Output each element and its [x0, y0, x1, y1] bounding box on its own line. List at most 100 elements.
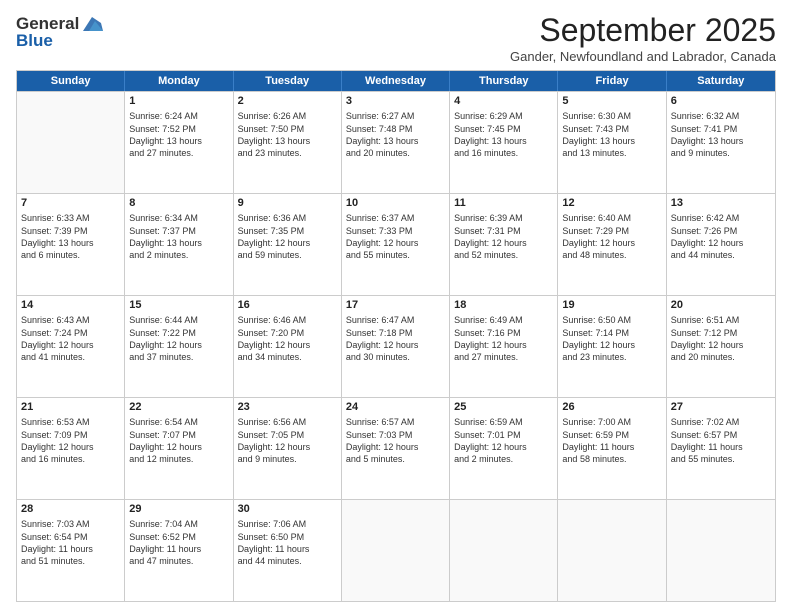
cal-cell: 5Sunrise: 6:30 AM Sunset: 7:43 PM Daylig… [558, 92, 666, 193]
day-number: 14 [21, 298, 120, 313]
day-number: 26 [562, 400, 661, 415]
day-number: 9 [238, 196, 337, 211]
day-number: 19 [562, 298, 661, 313]
cal-cell: 4Sunrise: 6:29 AM Sunset: 7:45 PM Daylig… [450, 92, 558, 193]
day-info: Sunrise: 7:00 AM Sunset: 6:59 PM Dayligh… [562, 416, 661, 465]
col-header-tuesday: Tuesday [234, 71, 342, 91]
cal-cell [558, 500, 666, 601]
day-info: Sunrise: 6:53 AM Sunset: 7:09 PM Dayligh… [21, 416, 120, 465]
day-info: Sunrise: 6:33 AM Sunset: 7:39 PM Dayligh… [21, 212, 120, 261]
col-header-sunday: Sunday [17, 71, 125, 91]
day-info: Sunrise: 6:56 AM Sunset: 7:05 PM Dayligh… [238, 416, 337, 465]
day-number: 12 [562, 196, 661, 211]
day-number: 15 [129, 298, 228, 313]
cal-cell [450, 500, 558, 601]
logo: General Blue [16, 14, 103, 51]
cal-cell: 15Sunrise: 6:44 AM Sunset: 7:22 PM Dayli… [125, 296, 233, 397]
day-number: 2 [238, 94, 337, 109]
title-area: September 2025 Gander, Newfoundland and … [510, 12, 776, 64]
day-info: Sunrise: 6:42 AM Sunset: 7:26 PM Dayligh… [671, 212, 771, 261]
cal-cell: 28Sunrise: 7:03 AM Sunset: 6:54 PM Dayli… [17, 500, 125, 601]
cal-cell: 24Sunrise: 6:57 AM Sunset: 7:03 PM Dayli… [342, 398, 450, 499]
cal-cell: 9Sunrise: 6:36 AM Sunset: 7:35 PM Daylig… [234, 194, 342, 295]
day-number: 8 [129, 196, 228, 211]
cal-cell: 29Sunrise: 7:04 AM Sunset: 6:52 PM Dayli… [125, 500, 233, 601]
calendar-header: SundayMondayTuesdayWednesdayThursdayFrid… [17, 71, 775, 91]
day-number: 28 [21, 502, 120, 517]
week-row-3: 14Sunrise: 6:43 AM Sunset: 7:24 PM Dayli… [17, 295, 775, 397]
day-info: Sunrise: 6:29 AM Sunset: 7:45 PM Dayligh… [454, 110, 553, 159]
location: Gander, Newfoundland and Labrador, Canad… [510, 49, 776, 64]
cal-cell: 30Sunrise: 7:06 AM Sunset: 6:50 PM Dayli… [234, 500, 342, 601]
day-number: 23 [238, 400, 337, 415]
month-title: September 2025 [510, 12, 776, 49]
week-row-5: 28Sunrise: 7:03 AM Sunset: 6:54 PM Dayli… [17, 499, 775, 601]
day-number: 24 [346, 400, 445, 415]
day-info: Sunrise: 6:26 AM Sunset: 7:50 PM Dayligh… [238, 110, 337, 159]
day-number: 4 [454, 94, 553, 109]
day-number: 18 [454, 298, 553, 313]
cal-cell: 11Sunrise: 6:39 AM Sunset: 7:31 PM Dayli… [450, 194, 558, 295]
day-number: 30 [238, 502, 337, 517]
day-number: 13 [671, 196, 771, 211]
day-number: 10 [346, 196, 445, 211]
cal-cell: 19Sunrise: 6:50 AM Sunset: 7:14 PM Dayli… [558, 296, 666, 397]
day-info: Sunrise: 6:24 AM Sunset: 7:52 PM Dayligh… [129, 110, 228, 159]
cal-cell: 18Sunrise: 6:49 AM Sunset: 7:16 PM Dayli… [450, 296, 558, 397]
cal-cell: 21Sunrise: 6:53 AM Sunset: 7:09 PM Dayli… [17, 398, 125, 499]
week-row-2: 7Sunrise: 6:33 AM Sunset: 7:39 PM Daylig… [17, 193, 775, 295]
cal-cell: 7Sunrise: 6:33 AM Sunset: 7:39 PM Daylig… [17, 194, 125, 295]
cal-cell: 26Sunrise: 7:00 AM Sunset: 6:59 PM Dayli… [558, 398, 666, 499]
cal-cell: 23Sunrise: 6:56 AM Sunset: 7:05 PM Dayli… [234, 398, 342, 499]
week-row-1: 1Sunrise: 6:24 AM Sunset: 7:52 PM Daylig… [17, 91, 775, 193]
day-info: Sunrise: 6:36 AM Sunset: 7:35 PM Dayligh… [238, 212, 337, 261]
cal-cell: 14Sunrise: 6:43 AM Sunset: 7:24 PM Dayli… [17, 296, 125, 397]
col-header-saturday: Saturday [667, 71, 775, 91]
day-info: Sunrise: 6:34 AM Sunset: 7:37 PM Dayligh… [129, 212, 228, 261]
day-info: Sunrise: 6:49 AM Sunset: 7:16 PM Dayligh… [454, 314, 553, 363]
day-info: Sunrise: 6:46 AM Sunset: 7:20 PM Dayligh… [238, 314, 337, 363]
cal-cell: 27Sunrise: 7:02 AM Sunset: 6:57 PM Dayli… [667, 398, 775, 499]
page: General Blue September 2025 Gander, Newf… [0, 0, 792, 612]
day-number: 5 [562, 94, 661, 109]
day-number: 11 [454, 196, 553, 211]
day-info: Sunrise: 6:40 AM Sunset: 7:29 PM Dayligh… [562, 212, 661, 261]
day-info: Sunrise: 7:06 AM Sunset: 6:50 PM Dayligh… [238, 518, 337, 567]
day-info: Sunrise: 7:04 AM Sunset: 6:52 PM Dayligh… [129, 518, 228, 567]
day-number: 1 [129, 94, 228, 109]
cal-cell [342, 500, 450, 601]
cal-cell: 20Sunrise: 6:51 AM Sunset: 7:12 PM Dayli… [667, 296, 775, 397]
day-info: Sunrise: 7:02 AM Sunset: 6:57 PM Dayligh… [671, 416, 771, 465]
day-number: 27 [671, 400, 771, 415]
day-info: Sunrise: 6:59 AM Sunset: 7:01 PM Dayligh… [454, 416, 553, 465]
day-info: Sunrise: 6:39 AM Sunset: 7:31 PM Dayligh… [454, 212, 553, 261]
calendar: SundayMondayTuesdayWednesdayThursdayFrid… [16, 70, 776, 602]
cal-cell [667, 500, 775, 601]
day-number: 7 [21, 196, 120, 211]
cal-cell: 25Sunrise: 6:59 AM Sunset: 7:01 PM Dayli… [450, 398, 558, 499]
cal-cell: 22Sunrise: 6:54 AM Sunset: 7:07 PM Dayli… [125, 398, 233, 499]
day-info: Sunrise: 6:37 AM Sunset: 7:33 PM Dayligh… [346, 212, 445, 261]
cal-cell: 12Sunrise: 6:40 AM Sunset: 7:29 PM Dayli… [558, 194, 666, 295]
day-number: 17 [346, 298, 445, 313]
cal-cell: 10Sunrise: 6:37 AM Sunset: 7:33 PM Dayli… [342, 194, 450, 295]
day-info: Sunrise: 6:30 AM Sunset: 7:43 PM Dayligh… [562, 110, 661, 159]
day-number: 20 [671, 298, 771, 313]
cal-cell: 16Sunrise: 6:46 AM Sunset: 7:20 PM Dayli… [234, 296, 342, 397]
day-info: Sunrise: 6:57 AM Sunset: 7:03 PM Dayligh… [346, 416, 445, 465]
week-row-4: 21Sunrise: 6:53 AM Sunset: 7:09 PM Dayli… [17, 397, 775, 499]
day-number: 21 [21, 400, 120, 415]
day-info: Sunrise: 6:27 AM Sunset: 7:48 PM Dayligh… [346, 110, 445, 159]
cal-cell: 8Sunrise: 6:34 AM Sunset: 7:37 PM Daylig… [125, 194, 233, 295]
cal-cell: 1Sunrise: 6:24 AM Sunset: 7:52 PM Daylig… [125, 92, 233, 193]
day-info: Sunrise: 6:50 AM Sunset: 7:14 PM Dayligh… [562, 314, 661, 363]
col-header-wednesday: Wednesday [342, 71, 450, 91]
day-info: Sunrise: 6:47 AM Sunset: 7:18 PM Dayligh… [346, 314, 445, 363]
logo-icon [81, 15, 103, 33]
day-number: 22 [129, 400, 228, 415]
day-number: 6 [671, 94, 771, 109]
col-header-thursday: Thursday [450, 71, 558, 91]
col-header-friday: Friday [558, 71, 666, 91]
cal-cell: 3Sunrise: 6:27 AM Sunset: 7:48 PM Daylig… [342, 92, 450, 193]
day-number: 16 [238, 298, 337, 313]
